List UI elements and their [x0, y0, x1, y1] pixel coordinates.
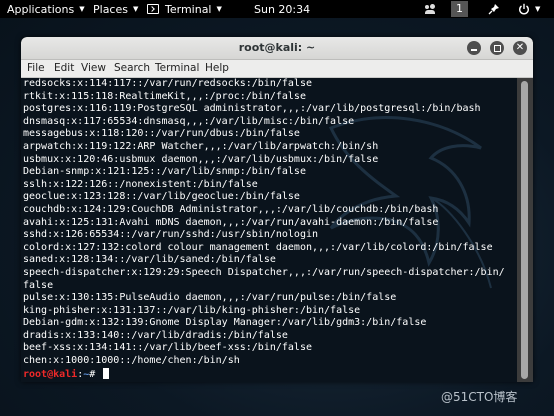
menu-help[interactable]: Help [205, 62, 229, 74]
terminal-line: Debian-snmp:x:121:125::/var/lib/snmp:/bi… [23, 166, 306, 178]
terminal-line: chen:x:1000:1000::/home/chen:/bin/sh [23, 355, 240, 367]
terminal-line: false [23, 279, 54, 291]
terminal-line: geoclue:x:123:128::/var/lib/geoclue:/bin… [23, 191, 300, 203]
places-menu[interactable]: Places ▼ [93, 0, 138, 18]
menu-edit[interactable]: Edit [54, 62, 74, 74]
power-icon[interactable] [518, 3, 530, 15]
minimize-button[interactable] [467, 41, 481, 55]
maximize-button[interactable] [490, 41, 504, 55]
menu-view[interactable]: View [81, 62, 106, 74]
scrollbar[interactable] [517, 78, 533, 382]
applications-menu[interactable]: Applications ▼ [7, 0, 85, 18]
terminal-line: usbmux:x:120:46:usbmux daemon,,,:/var/li… [23, 153, 379, 165]
chevron-down-icon: ▼ [132, 5, 139, 13]
clock-label: Sun 20:34 [254, 2, 311, 16]
terminal-line: couchdb:x:124:129:CouchDB Administrator,… [23, 203, 439, 215]
scrollbar-thumb[interactable] [521, 81, 528, 379]
workspace-indicator[interactable]: 1 [451, 1, 468, 17]
maximize-icon [493, 44, 501, 52]
terminal-line: beef-xss:x:134:141::/var/lib/beef-xss:/b… [23, 342, 312, 354]
clock[interactable]: Sun 20:34 [254, 0, 310, 18]
minimize-icon [471, 49, 477, 51]
terminal-app-label: Terminal [165, 2, 212, 16]
terminal-output[interactable]: redsocks:x:114:117::/var/run/redsocks:/b… [21, 78, 517, 382]
applications-label: Applications [7, 2, 75, 16]
terminal-line: Debian-gdm:x:132:139:Gnome Display Manag… [23, 317, 427, 329]
workspace-number: 1 [456, 2, 463, 15]
terminal-line: speech-dispatcher:x:129:29:Speech Dispat… [23, 266, 505, 278]
terminal-line: avahi:x:125:131:Avahi mDNS daemon,,,:/va… [23, 216, 439, 228]
terminal-line: saned:x:128:134::/var/lib/saned:/bin/fal… [23, 254, 276, 266]
window-title: root@kali: ~ [238, 41, 316, 54]
terminal-app-menu[interactable]: Terminal ▼ [147, 0, 222, 18]
menu-terminal[interactable]: Terminal [155, 62, 199, 74]
terminal-line: arpwatch:x:119:122:ARP Watcher,,,:/var/l… [23, 140, 379, 152]
menubar: File Edit View Search Terminal Help [21, 60, 533, 78]
terminal-line: messagebus:x:118:120::/var/run/dbus:/bin… [23, 128, 300, 140]
people-icon[interactable] [425, 4, 435, 14]
terminal-line: sslh:x:122:126::/nonexistent:/bin/false [23, 178, 258, 190]
terminal-line: redsocks:x:114:117::/var/run/redsocks:/b… [23, 78, 312, 89]
text-cursor [103, 367, 110, 379]
terminal-icon [147, 4, 159, 14]
shell-prompt[interactable]: root@kali:~# [23, 367, 505, 381]
chevron-down-icon: ▼ [216, 5, 222, 13]
terminal-line: dnsmasq:x:117:65534:dnsmasq,,,:/var/lib/… [23, 115, 355, 127]
prompt-user: root@kali [23, 368, 78, 380]
chevron-down-icon: ▼ [79, 5, 85, 13]
pin-icon[interactable] [488, 3, 500, 15]
terminal-line: king-phisher:x:131:137::/var/lib/king-ph… [23, 304, 361, 316]
terminal-line: postgres:x:116:119:PostgreSQL administra… [23, 103, 481, 115]
close-icon: ✕ [515, 42, 525, 53]
terminal-window: root@kali: ~ ✕ File Edit View Search Ter… [21, 37, 533, 382]
places-label: Places [93, 2, 128, 16]
close-button[interactable]: ✕ [513, 41, 527, 55]
terminal-text: redsocks:x:114:117::/var/run/redsocks:/b… [23, 78, 505, 380]
terminal-line: pulse:x:130:135:PulseAudio daemon,,,:/va… [23, 292, 397, 304]
terminal-line: dradis:x:133:140::/var/lib/dradis:/bin/f… [23, 329, 288, 341]
menu-file[interactable]: File [27, 62, 45, 74]
terminal-line: sshd:x:126:65534::/var/run/sshd:/usr/sbi… [23, 229, 319, 241]
window-titlebar[interactable]: root@kali: ~ ✕ [21, 37, 533, 60]
prompt-sign: # [89, 368, 102, 380]
watermark-text: @51CTO博客 [441, 390, 518, 404]
chevron-down-icon[interactable]: ▼ [535, 5, 540, 13]
top-panel: Applications ▼ Places ▼ Terminal ▼ Sun 2… [0, 0, 554, 18]
terminal-line: rtkit:x:115:118:RealtimeKit,,,:/proc:/bi… [23, 90, 306, 102]
terminal-line: colord:x:127:132:colord colour managemen… [23, 241, 493, 253]
menu-search[interactable]: Search [114, 62, 150, 74]
